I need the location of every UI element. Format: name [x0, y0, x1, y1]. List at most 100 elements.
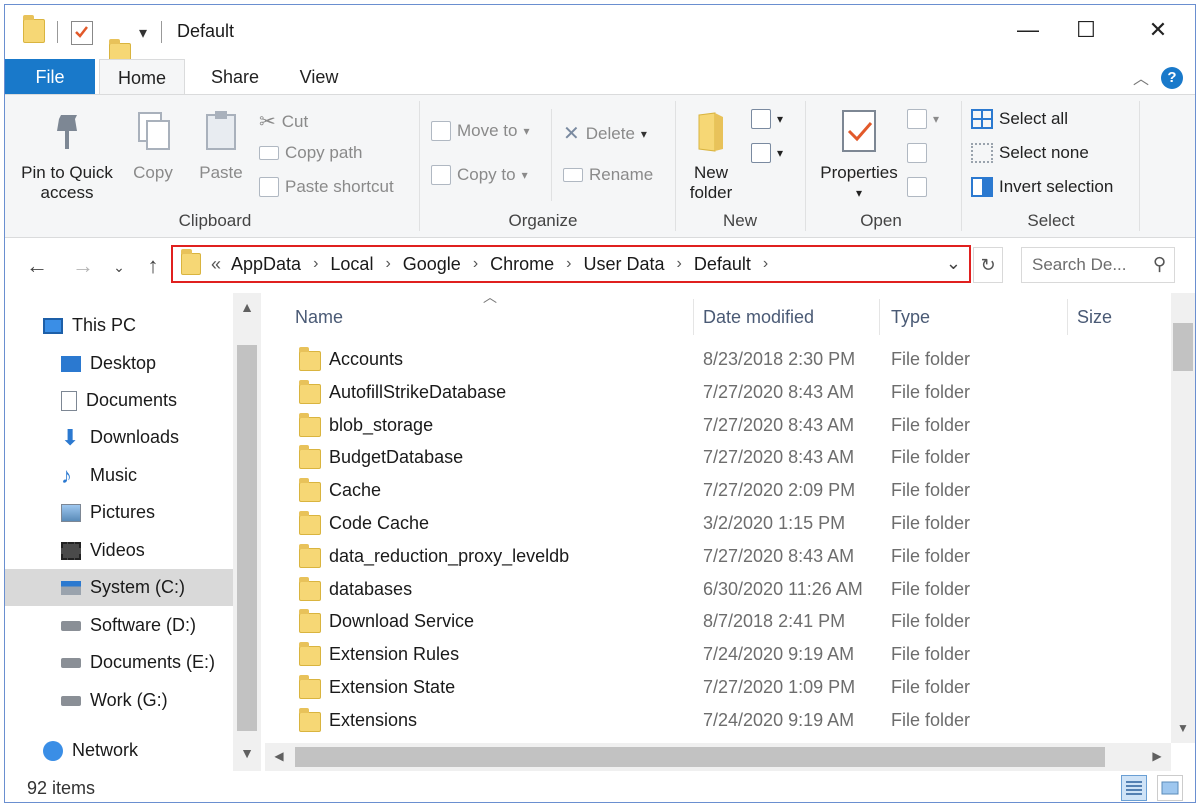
maximize-button[interactable]: ☐	[1063, 17, 1109, 43]
file-list-vertical-scrollbar[interactable]: ▼	[1171, 293, 1195, 743]
select-all-button[interactable]: Select all	[971, 109, 1068, 129]
help-icon[interactable]: ?	[1161, 67, 1183, 89]
table-row[interactable]: Cache 7/27/2020 2:09 PM File folder	[265, 475, 1165, 508]
chevron-right-icon[interactable]: ›	[473, 255, 478, 273]
nav-item-desktop[interactable]: Desktop	[5, 345, 233, 382]
collapse-ribbon-icon[interactable]: ︿	[1133, 65, 1149, 89]
tab-view[interactable]: View	[289, 59, 349, 95]
table-row[interactable]: Accounts 8/23/2018 2:30 PM File folder	[265, 344, 1165, 377]
table-row[interactable]: Code Cache 3/2/2020 1:15 PM File folder	[265, 508, 1165, 541]
cut-button[interactable]: ✂ Cut	[259, 109, 308, 134]
table-row[interactable]: Extension Rules 7/24/2020 9:19 AM File fol…	[265, 639, 1165, 672]
customize-toolbar-chevron-icon[interactable]: ▾	[139, 23, 147, 43]
navigation-pane-scrollbar[interactable]: ▲ ▼	[233, 293, 261, 771]
details-view-icon[interactable]	[1121, 775, 1147, 801]
column-divider[interactable]	[879, 299, 880, 335]
breadcrumb-chrome[interactable]: Chrome	[490, 254, 554, 275]
column-divider[interactable]	[693, 299, 694, 335]
table-row[interactable]: databases 6/30/2020 11:26 AM File folder	[265, 574, 1165, 607]
column-header-name[interactable]: Name	[295, 299, 343, 335]
column-header-size[interactable]: Size	[1077, 299, 1112, 335]
table-row[interactable]: Extension State 7/27/2020 1:09 PM File fol…	[265, 672, 1165, 705]
scroll-down-icon[interactable]: ▼	[233, 745, 261, 761]
pin-to-quick-access-button[interactable]: Pin to Quick access	[17, 109, 117, 203]
select-none-button[interactable]: Select none	[971, 143, 1089, 163]
scrollbar-thumb[interactable]	[1173, 323, 1193, 371]
scroll-up-icon[interactable]: ▲	[233, 299, 261, 315]
nav-item-downloads[interactable]: ⬇ Downloads	[5, 419, 233, 456]
nav-item-this-pc[interactable]: This PC	[5, 307, 233, 344]
tab-share[interactable]: Share	[201, 59, 269, 95]
scroll-right-icon[interactable]: ▶	[1143, 749, 1171, 763]
forward-arrow-icon[interactable]: →	[69, 253, 97, 279]
tab-home[interactable]: Home	[99, 59, 185, 96]
new-item-button[interactable]: ▾	[751, 109, 783, 129]
scrollbar-thumb[interactable]	[295, 747, 1105, 767]
table-row[interactable]: Extensions 7/24/2020 9:19 AM File folder	[265, 705, 1165, 738]
easy-access-button[interactable]: ▾	[751, 143, 783, 163]
delete-button[interactable]: ✕ Delete ▾	[563, 121, 647, 146]
new-folder-button[interactable]: New folder	[681, 109, 741, 203]
scroll-down-icon[interactable]: ▼	[1169, 721, 1195, 735]
nav-item-videos[interactable]: Videos	[5, 532, 233, 569]
properties-check-icon[interactable]	[71, 21, 93, 45]
scrollbar-thumb[interactable]	[237, 345, 257, 731]
nav-item-pictures[interactable]: Pictures	[5, 494, 233, 531]
column-header-date-modified[interactable]: Date modified	[703, 299, 814, 335]
copy-button[interactable]: Copy	[123, 109, 183, 183]
chevron-right-icon[interactable]: ›	[763, 255, 768, 273]
move-to-button[interactable]: Move to ▾	[431, 121, 530, 141]
minimize-button[interactable]: —	[1005, 17, 1051, 43]
table-row[interactable]: BudgetDatabase 7/27/2020 8:43 AM File fold…	[265, 442, 1165, 475]
back-arrow-icon[interactable]: ←	[23, 253, 51, 279]
column-header-type[interactable]: Type	[891, 299, 930, 335]
up-arrow-icon[interactable]: ↑	[139, 253, 167, 279]
file-type: File folder	[891, 578, 971, 599]
invert-selection-button[interactable]: Invert selection	[971, 177, 1113, 197]
nav-item-system-c[interactable]: System (C:)	[5, 569, 233, 606]
nav-item-music[interactable]: ♪ Music	[5, 457, 233, 494]
breadcrumb-local[interactable]: Local	[330, 254, 373, 275]
copy-path-button[interactable]: Copy path	[259, 143, 363, 163]
breadcrumb-user-data[interactable]: User Data	[584, 254, 665, 275]
nav-item-documents-e[interactable]: Documents (E:)	[5, 644, 233, 681]
edit-button[interactable]	[907, 143, 927, 163]
overflow-crumbs-icon[interactable]: «	[211, 254, 221, 275]
close-button[interactable]: ✕	[1135, 17, 1181, 43]
scroll-left-icon[interactable]: ◀	[265, 749, 293, 763]
paste-shortcut-button[interactable]: Paste shortcut	[259, 177, 394, 197]
recent-locations-chevron-icon[interactable]: ⌄	[105, 259, 133, 276]
breadcrumb-default[interactable]: Default	[694, 254, 751, 275]
history-button[interactable]	[907, 177, 927, 197]
table-row[interactable]: Download Service 8/7/2018 2:41 PM File fol…	[265, 606, 1165, 639]
refresh-icon[interactable]: ↻	[973, 247, 1003, 283]
chevron-right-icon[interactable]: ›	[677, 255, 682, 273]
chevron-right-icon[interactable]: ›	[566, 255, 571, 273]
chevron-right-icon[interactable]: ›	[385, 255, 390, 273]
nav-item-software-d[interactable]: Software (D:)	[5, 607, 233, 644]
breadcrumb-appdata[interactable]: AppData	[231, 254, 301, 275]
organize-group-label: Organize	[508, 211, 578, 230]
address-bar[interactable]: « AppData › Local › Google › Chrome › Us…	[171, 245, 971, 283]
search-icon[interactable]: ⚲	[1153, 254, 1166, 275]
open-button[interactable]: ▾	[907, 109, 939, 129]
tab-file[interactable]: File	[5, 59, 95, 95]
copy-to-button[interactable]: Copy to ▾	[431, 165, 528, 185]
table-row[interactable]: blob_storage 7/27/2020 8:43 AM File folder	[265, 410, 1165, 443]
table-row[interactable]: data_reduction_proxy_leveldb 7/27/2020 8:…	[265, 541, 1165, 574]
paste-button[interactable]: Paste	[191, 109, 251, 183]
properties-button[interactable]: Properties ▾	[811, 109, 907, 203]
search-input[interactable]: Search De... ⚲	[1021, 247, 1175, 283]
file-list-horizontal-scrollbar[interactable]: ◀ ▶	[265, 743, 1171, 771]
address-history-chevron-icon[interactable]: ⌄	[946, 253, 961, 274]
chevron-right-icon[interactable]: ›	[313, 255, 318, 273]
nav-item-documents[interactable]: Documents	[5, 382, 233, 419]
breadcrumb-google[interactable]: Google	[403, 254, 461, 275]
table-row[interactable]: AutofillStrikeDatabase 7/27/2020 8:43 AM F…	[265, 377, 1165, 410]
nav-item-network[interactable]: Network	[5, 732, 233, 769]
title-bar: ▾ Default — ☐ ✕	[5, 5, 1195, 67]
column-divider[interactable]	[1067, 299, 1068, 335]
large-icons-view-icon[interactable]	[1157, 775, 1183, 801]
nav-item-work-g[interactable]: Work (G:)	[5, 682, 233, 719]
rename-button[interactable]: Rename	[563, 165, 653, 185]
